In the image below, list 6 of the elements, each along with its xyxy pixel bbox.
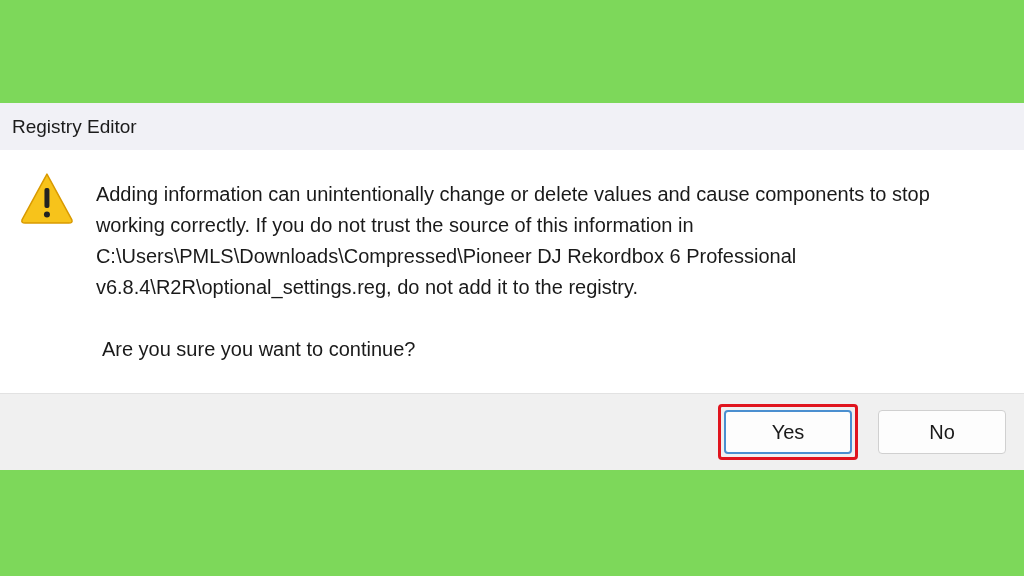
warning-icon (20, 172, 74, 224)
dialog-button[interactable]: Yes (724, 410, 852, 454)
warning-message: Adding information can unintentionally change or delete values and cause components to stop working correctly. If you do not trust the source of this information in C:\Users\PMLS\Downloads\Compressed\Pioneer DJ Rekordbox 6 Professional v6.8.4\R2R\optional_settings.reg, do not add it to the registry. (95, 182, 931, 301)
window-title: Registry Editor (12, 115, 137, 138)
confirmation-question: Are you sure you want to continue? (101, 337, 417, 362)
dialog-button[interactable]: No (878, 410, 1006, 454)
